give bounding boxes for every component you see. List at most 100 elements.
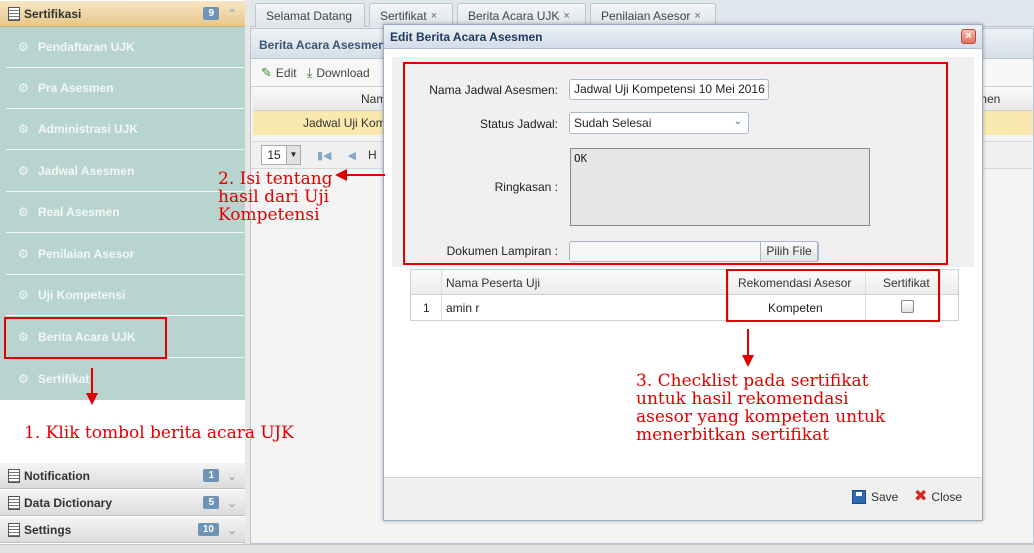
sidebar-item-uji-kompetensi[interactable]: ⚙ Uji Kompetensi [6,275,244,316]
pencil-icon: ✎ [261,64,272,80]
tab-label: Penilaian Asesor [601,8,691,23]
accordion-header-data-dictionary[interactable]: Data Dictionary 5 ⌄ [0,489,245,516]
annotation-line: Kompetensi [218,205,320,225]
gear-icon: ⚙ [18,371,29,386]
header-nama-peserta: Nama Peserta Uji [446,276,541,290]
count-badge: 5 [203,496,219,509]
sidebar-item-berita-acara-ujk[interactable]: ⚙ Berita Acara UJK [6,317,244,358]
annotation-line: menerbitkan sertifikat [636,425,830,445]
sidebar: Sertifikasi 9 ⌃ ⚙ Pendaftaran UJK ⚙ Pra … [0,0,245,553]
document-icon [8,6,20,21]
save-label: Save [871,490,899,504]
gear-icon: ⚙ [18,81,29,95]
sidebar-item-label: Berita Acara UJK [38,330,136,344]
sidebar-item-jadwal-asesmen[interactable]: ⚙ Jadwal Asesmen [6,151,244,192]
tab-label: Berita Acara UJK [468,8,560,23]
chevron-down-icon: ▼ [286,146,300,164]
tab-selamat-datang[interactable]: Selamat Datang [255,3,365,27]
ringkasan-label: Ringkasan : [494,180,558,194]
gear-icon: ⚙ [18,122,29,136]
close-icon[interactable]: × [961,29,976,44]
sidebar-item-sertifikat[interactable]: ⚙ Sertifikat [6,358,244,399]
sidebar-item-label: Real Asesmen [38,205,120,219]
tab-bar: Selamat Datang Sertifikat × Berita Acara… [250,0,1034,27]
chevron-down-icon[interactable]: ⌄ [225,496,239,510]
sertifikat-checkbox[interactable] [901,300,914,313]
annotation-step-1: 1. Klik tombol berita acara UJK [24,423,294,443]
close-icon[interactable]: × [431,10,437,22]
chevron-down-icon[interactable]: ⌄ [225,469,239,483]
count-badge: 9 [203,7,219,20]
dokumen-lampiran-label: Dokumen Lampiran : [446,244,558,258]
sidebar-item-label: Administrasi UJK [38,122,139,136]
sidebar-item-pra-asesmen[interactable]: ⚙ Pra Asesmen [6,68,244,109]
download-icon: ⤓ [306,64,313,80]
dokumen-lampiran-field[interactable]: Pilih File [569,241,819,262]
dialog-footer: Save ✖ Close [384,477,982,520]
status-jadwal-select[interactable]: Sudah Selesai ⌄ [569,112,749,134]
accordion-title: Sertifikasi [24,6,82,21]
save-button[interactable]: Save [852,490,898,504]
download-label: Download [316,65,370,80]
gear-icon: ⚙ [18,330,29,344]
close-icon[interactable]: × [694,10,700,22]
annotation-arrowhead-3 [742,355,754,367]
header-rekomendasi: Rekomendasi Asesor [738,276,852,290]
annotation-line: 3. Checklist pada sertifikat [636,371,869,391]
page-size-value: 15 [267,148,281,162]
count-badge: 10 [197,523,219,536]
annotation-line: untuk hasil rekomendasi [636,389,849,409]
ringkasan-textarea[interactable]: OK [570,148,870,226]
count-badge: 1 [203,469,219,482]
accordion-header-sertifikasi[interactable]: Sertifikasi 9 ⌃ [0,0,245,27]
sidebar-item-label: Jadwal Asesmen [38,164,135,178]
table-row[interactable]: 1 amin r Kompeten [411,295,958,321]
peserta-name: amin r [446,301,480,315]
download-button[interactable]: ⤓ Download [307,65,370,81]
page-size-select[interactable]: 15 ▼ [261,145,301,165]
rekomendasi-value: Kompeten [768,301,823,315]
accordion-title: Settings [24,522,72,537]
annotation-arrowhead-1 [86,393,98,405]
close-x-icon: ✖ [914,488,928,505]
first-page-icon[interactable]: ▮◀ [317,149,332,162]
accordion-header-notification[interactable]: Notification 1 ⌄ [0,462,245,489]
sidebar-item-label: Pra Asesmen [38,81,114,95]
accordion-title: Data Dictionary [24,495,113,510]
pilih-file-button[interactable]: Pilih File [760,241,818,262]
prev-page-icon[interactable]: ◀ [348,149,356,162]
form-area: Nama Jadwal Asesmen: Jadwal Uji Kompeten… [392,57,974,267]
bottom-strip [0,544,1034,553]
floppy-disk-icon [852,490,866,504]
sidebar-item-label: Penilaian Asesor [38,247,135,261]
dialog-title: Edit Berita Acara Asesmen [384,25,982,49]
annotation-arrowhead-2 [335,169,347,181]
annotation-arrow-3 [747,329,749,355]
status-jadwal-value: Sudah Selesai [574,116,652,130]
gear-icon: ⚙ [18,205,29,219]
document-icon [8,522,20,537]
chevron-down-icon[interactable]: ⌄ [225,523,239,537]
document-icon [8,468,20,483]
close-icon[interactable]: × [563,10,569,22]
edit-berita-acara-dialog: Edit Berita Acara Asesmen × Nama Jadwal … [383,24,983,521]
chevron-up-icon[interactable]: ⌃ [225,7,239,21]
accordion-title: Notification [24,468,90,483]
nama-jadwal-label: Nama Jadwal Asesmen: [429,83,558,97]
accordion-header-settings[interactable]: Settings 10 ⌄ [0,516,245,543]
sidebar-item-pendaftaran-ujk[interactable]: ⚙ Pendaftaran UJK [6,27,244,68]
sidebar-item-real-asesmen[interactable]: ⚙ Real Asesmen [6,192,244,233]
pager-text: H [367,148,377,162]
nama-jadwal-field[interactable]: Jadwal Uji Kompetensi 10 Mei 2016 [569,79,769,100]
annotation-step-3: 3. Checklist pada sertifikat untuk hasil… [636,372,885,444]
sidebar-item-penilaian-asesor[interactable]: ⚙ Penilaian Asesor [6,234,244,275]
edit-button[interactable]: ✎ Edit [261,65,297,81]
tab-label: Selamat Datang [266,8,353,23]
annotation-line: asesor yang kompeten untuk [636,407,886,427]
document-icon [8,495,20,510]
sidebar-item-administrasi-ujk[interactable]: ⚙ Administrasi UJK [6,109,244,150]
peserta-grid: Nama Peserta Uji Rekomendasi Asesor Sert… [410,269,959,321]
annotation-arrow-1 [91,368,93,393]
close-button[interactable]: ✖ Close [914,488,962,505]
tab-label: Sertifikat [380,8,427,23]
